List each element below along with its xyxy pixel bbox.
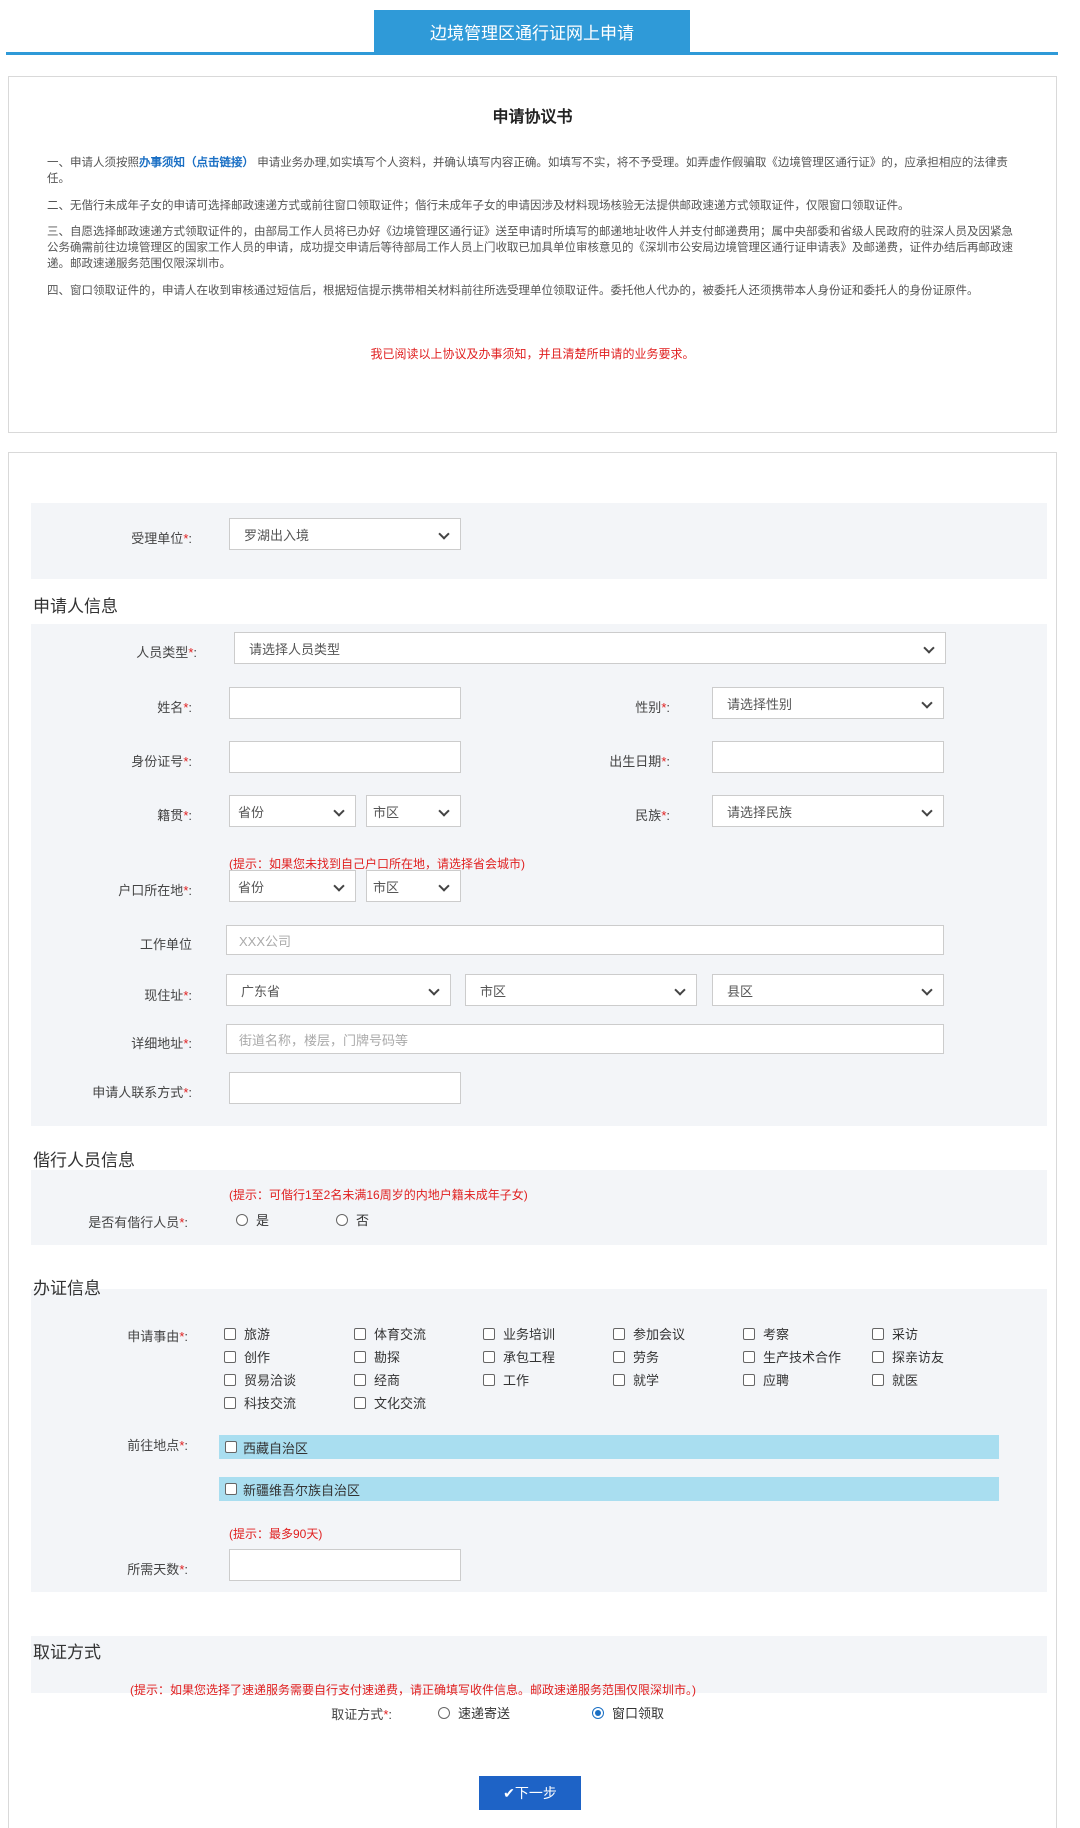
companion-section <box>31 1170 1047 1245</box>
section-title-applicant: 申请人信息 <box>33 597 118 616</box>
current-address-label: 现住址*: <box>144 988 192 1003</box>
pickup-tip: (提示：如果您选择了速递服务需要自行支付速递费，请正确填写收件信息。邮政速递服务… <box>130 1683 696 1697</box>
companion-yes-label: 是 <box>256 1213 270 1228</box>
work-unit-label: 工作单位 <box>139 937 192 952</box>
contact-label: 申请人联系方式*: <box>92 1085 192 1100</box>
office-label: 受理单位*: <box>131 531 192 546</box>
page-header-tab: 边境管理区通行证网上申请 <box>374 10 690 52</box>
notice-link[interactable]: 办事须知（点击链接） <box>139 157 254 169</box>
companion-label: 是否有偕行人员*: <box>88 1215 188 1230</box>
name-label: 姓名*: <box>157 700 192 715</box>
pickup-label: 取证方式*: <box>331 1707 392 1722</box>
office-select[interactable]: 罗湖出入境 <box>229 518 461 550</box>
reason-checkbox[interactable]: 贸易洽谈 <box>224 1370 296 1389</box>
reason-checkbox[interactable]: 就医 <box>872 1370 918 1389</box>
native-city-select[interactable]: 市区 <box>366 795 461 827</box>
hukou-label: 户口所在地*: <box>118 883 192 898</box>
days-label: 所需天数*: <box>127 1562 188 1577</box>
reason-checkbox[interactable]: 工作 <box>483 1370 529 1389</box>
check-icon: ✔ <box>503 1784 515 1801</box>
agreement-p1-text-a: 一、申请人须按照 <box>47 157 139 169</box>
pickup-express-radio[interactable]: 速递寄送 <box>438 1703 510 1722</box>
agreement-paragraph-1: 一、申请人须按照办事须知（点击链接） 申请业务办理,如实填写个人资料，并确认填写… <box>47 155 1022 187</box>
id-number-label: 身份证号*: <box>131 754 192 769</box>
address-city-select[interactable]: 市区 <box>465 974 697 1006</box>
name-input[interactable] <box>229 687 461 719</box>
pickup-express-label: 速递寄送 <box>458 1706 511 1721</box>
agreement-paragraph-2: 二、无偕行未成年子女的申请可选择邮政速递方式或前往窗口领取证件；偕行未成年子女的… <box>47 200 910 212</box>
reason-checkbox[interactable]: 劳务 <box>613 1347 659 1366</box>
reason-checkbox[interactable]: 参加会议 <box>613 1324 685 1343</box>
section-title-pickup: 取证方式 <box>33 1643 101 1662</box>
address-county-select[interactable]: 县区 <box>712 974 944 1006</box>
reason-checkbox[interactable]: 探亲访友 <box>872 1347 944 1366</box>
detail-address-label: 详细地址*: <box>131 1036 192 1051</box>
reason-checkbox[interactable]: 考察 <box>743 1324 789 1343</box>
person-type-select[interactable]: 请选择人员类型 <box>234 632 946 664</box>
destination-label: 前往地点*: <box>127 1438 188 1453</box>
reason-checkbox[interactable]: 生产技术合作 <box>743 1347 841 1366</box>
reason-checkbox[interactable]: 创作 <box>224 1347 270 1366</box>
header-divider <box>6 52 1058 55</box>
reason-checkbox[interactable]: 业务培训 <box>483 1324 555 1343</box>
birth-date-label: 出生日期*: <box>609 754 670 769</box>
pickup-window-label: 窗口领取 <box>612 1706 665 1721</box>
address-province-select[interactable]: 广东省 <box>226 974 451 1006</box>
reason-checkbox[interactable]: 承包工程 <box>483 1347 555 1366</box>
agreement-panel: 申请协议书 一、申请人须按照办事须知（点击链接） 申请业务办理,如实填写个人资料… <box>8 76 1057 433</box>
days-tip: (提示：最多90天) <box>229 1527 323 1541</box>
section-title-permit: 办证信息 <box>33 1279 101 1298</box>
ethnic-select[interactable]: 请选择民族 <box>712 795 944 827</box>
hukou-province-select[interactable]: 省份 <box>229 870 356 902</box>
pickup-window-radio[interactable]: 窗口领取 <box>592 1703 664 1722</box>
agreement-paragraph-3: 三、自愿选择邮政速递方式领取证件的，由部局工作人员将已办好《边境管理区通行证》送… <box>47 226 1013 270</box>
hukou-city-select[interactable]: 市区 <box>366 870 461 902</box>
destination-xinjiang-option[interactable]: 新疆维吾尔族自治区 <box>219 1477 999 1501</box>
reason-checkbox[interactable]: 旅游 <box>224 1324 270 1343</box>
destination-tibet-option[interactable]: 西藏自治区 <box>219 1435 999 1459</box>
reason-checkbox[interactable]: 科技交流 <box>224 1393 296 1412</box>
reason-checkbox[interactable]: 文化交流 <box>354 1393 426 1412</box>
companion-no-label: 否 <box>356 1213 370 1228</box>
next-step-button[interactable]: ✔ 下一步 <box>479 1776 581 1810</box>
detail-address-input[interactable]: 街道名称，楼层，门牌号码等 <box>226 1024 944 1054</box>
reason-checkbox[interactable]: 经商 <box>354 1370 400 1389</box>
reason-label: 申请事由*: <box>127 1329 188 1344</box>
next-step-label: 下一步 <box>514 1785 557 1801</box>
companion-yes-radio[interactable]: 是 <box>236 1210 269 1229</box>
days-input[interactable] <box>229 1549 461 1581</box>
gender-select[interactable]: 请选择性别 <box>712 687 944 719</box>
native-province-select[interactable]: 省份 <box>229 795 356 827</box>
reason-checkbox[interactable]: 采访 <box>872 1324 918 1343</box>
reason-checkbox[interactable]: 勘探 <box>354 1347 400 1366</box>
native-place-label: 籍贯*: <box>157 808 192 823</box>
ethnic-label: 民族*: <box>635 808 670 823</box>
contact-input[interactable] <box>229 1072 461 1104</box>
birth-date-input[interactable] <box>712 741 944 773</box>
section-title-companion: 偕行人员信息 <box>33 1151 135 1170</box>
id-number-input[interactable] <box>229 741 461 773</box>
agreement-paragraph-4: 四、窗口领取证件的，申请人在收到审核通过短信后，根据短信提示携带相关材料前往所选… <box>47 285 979 297</box>
companion-tip: (提示：可偕行1至2名未满16周岁的内地户籍未成年子女) <box>229 1188 528 1202</box>
gender-label: 性别*: <box>635 700 670 715</box>
reason-checkbox[interactable]: 体育交流 <box>354 1324 426 1343</box>
reason-checkbox[interactable]: 应聘 <box>743 1370 789 1389</box>
companion-no-radio[interactable]: 否 <box>336 1210 369 1229</box>
agreement-title: 申请协议书 <box>492 109 573 126</box>
work-unit-input[interactable]: XXX公司 <box>226 925 944 955</box>
person-type-label: 人员类型*: <box>136 645 197 660</box>
reason-checkbox[interactable]: 就学 <box>613 1370 659 1389</box>
agreement-confirm-text: 我已阅读以上协议及办事须知，并且清楚所申请的业务要求。 <box>370 347 695 361</box>
